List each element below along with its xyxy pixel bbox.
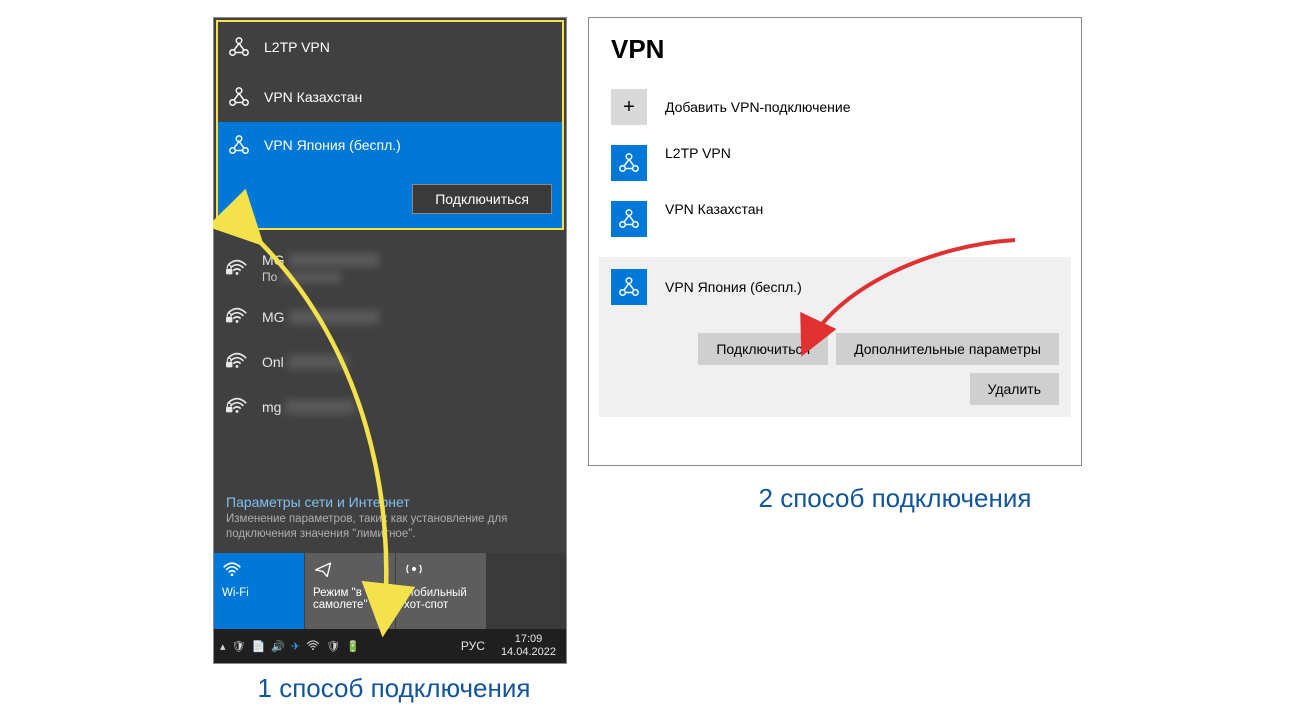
tray-icon[interactable]: 🔊 (271, 640, 285, 653)
wifi-item[interactable]: MG По (214, 242, 566, 294)
connect-button[interactable]: Подключиться (412, 184, 552, 214)
wifi-icon (222, 559, 296, 581)
wifi-name: Onl (262, 354, 284, 370)
tray-wifi-icon[interactable] (306, 638, 320, 655)
add-vpn-button[interactable]: + Добавить VPN-подключение (611, 89, 1059, 125)
airplane-icon (313, 559, 387, 581)
tile-hotspot[interactable]: Мобильный хот-спот (396, 553, 486, 629)
wifi-item[interactable]: Onl (214, 339, 566, 384)
vpn-icon (228, 134, 250, 156)
wifi-name-masked (288, 355, 348, 369)
tile-label: Wi-Fi (222, 587, 296, 599)
wifi-list: MG По MG Onl (214, 232, 566, 488)
tile-airplane[interactable]: Режим "в самолете" (305, 553, 395, 629)
settings-desc: Изменение параметров, таких как установл… (226, 512, 554, 543)
hotspot-icon (404, 559, 478, 581)
wifi-name: MG (262, 309, 285, 325)
settings-vpn-panel: VPN + Добавить VPN-подключение L2TP VPN … (588, 17, 1082, 466)
settings-title: Параметры сети и Интернет (226, 494, 554, 510)
wifi-name: MG (262, 252, 285, 268)
clock-date: 14.04.2022 (501, 646, 556, 659)
tray-icon[interactable]: ▴ (220, 640, 226, 653)
vpn-item-label: L2TP VPN (264, 39, 330, 55)
advanced-button[interactable]: Дополнительные параметры (836, 333, 1059, 365)
vpn-button-row: Подключиться (228, 184, 552, 214)
vpn-icon (228, 36, 250, 58)
vpn-connection-label: L2TP VPN (665, 145, 731, 161)
wifi-item[interactable]: MG (214, 294, 566, 339)
taskbar-clock[interactable]: 17:09 14.04.2022 (491, 633, 566, 658)
plus-icon: + (611, 89, 647, 125)
caption-method-2: 2 способ подключения (745, 484, 1045, 514)
taskbar: ▴ 🛡 📄 🔊 ✈ 🛡 🔋 РУС 17:09 14.04.2022 (214, 629, 566, 663)
vpn-icon (228, 86, 250, 108)
wifi-item[interactable]: mg (214, 384, 566, 429)
tile-label: Режим "в самолете" (313, 587, 387, 611)
tiles-rest (486, 553, 566, 629)
vpn-action-buttons: Подключиться Дополнительные параметры Уд… (611, 333, 1059, 405)
delete-button[interactable]: Удалить (970, 373, 1059, 405)
vpn-icon (611, 269, 647, 305)
wifi-name-masked (289, 253, 379, 267)
vpn-icon (611, 145, 647, 181)
wifi-lock-icon (226, 304, 248, 329)
network-flyout-panel: L2TP VPN VPN Казахстан VPN Япония (беспл… (213, 17, 567, 664)
vpn-connection-label: VPN Казахстан (665, 201, 763, 217)
tray-icon[interactable]: 🔋 (346, 640, 360, 653)
vpn-connection-item[interactable]: L2TP VPN (611, 145, 1059, 181)
wifi-lock-icon (226, 349, 248, 374)
wifi-status-masked (281, 272, 341, 283)
vpn-item-japan-selected[interactable]: VPN Япония (беспл.) Подключиться (218, 122, 562, 228)
page-title: VPN (611, 34, 1059, 65)
connect-button[interactable]: Подключиться (698, 333, 828, 365)
add-vpn-label: Добавить VPN-подключение (665, 99, 851, 115)
taskbar-lang[interactable]: РУС (455, 639, 491, 653)
wifi-status: По (262, 270, 277, 284)
wifi-name-masked (285, 400, 355, 414)
vpn-connection-label: VPN Япония (беспл.) (665, 279, 802, 295)
vpn-item-l2tp[interactable]: L2TP VPN (218, 22, 562, 72)
wifi-name: mg (262, 399, 281, 415)
network-settings-link[interactable]: Параметры сети и Интернет Изменение пара… (214, 488, 566, 553)
tray-icon[interactable]: 🛡 (326, 640, 340, 653)
wifi-name-masked (289, 310, 379, 324)
tile-wifi[interactable]: Wi-Fi (214, 553, 304, 629)
wifi-lock-icon (226, 256, 248, 281)
tray-icon[interactable]: 📄 (252, 640, 266, 653)
quick-action-tiles: Wi-Fi Режим "в самолете" Мобильный хот-с… (214, 553, 566, 629)
vpn-item-label: VPN Казахстан (264, 89, 362, 105)
vpn-item-label: VPN Япония (беспл.) (264, 137, 401, 153)
tray-icon[interactable]: ✈ (291, 640, 300, 653)
vpn-icon (611, 201, 647, 237)
vpn-connection-item[interactable]: VPN Казахстан (611, 201, 1059, 237)
tray-icons: ▴ 🛡 📄 🔊 ✈ 🛡 🔋 (214, 638, 360, 655)
tile-label: Мобильный хот-спот (404, 587, 478, 611)
caption-method-1: 1 способ подключения (244, 674, 544, 704)
tray-icon[interactable]: 🛡 (232, 640, 246, 653)
vpn-section-highlight: L2TP VPN VPN Казахстан VPN Япония (беспл… (216, 20, 564, 230)
vpn-connection-selected[interactable]: VPN Япония (беспл.) Подключиться Дополни… (599, 257, 1071, 417)
wifi-lock-icon (226, 394, 248, 419)
vpn-item-kazakhstan[interactable]: VPN Казахстан (218, 72, 562, 122)
clock-time: 17:09 (501, 633, 556, 646)
